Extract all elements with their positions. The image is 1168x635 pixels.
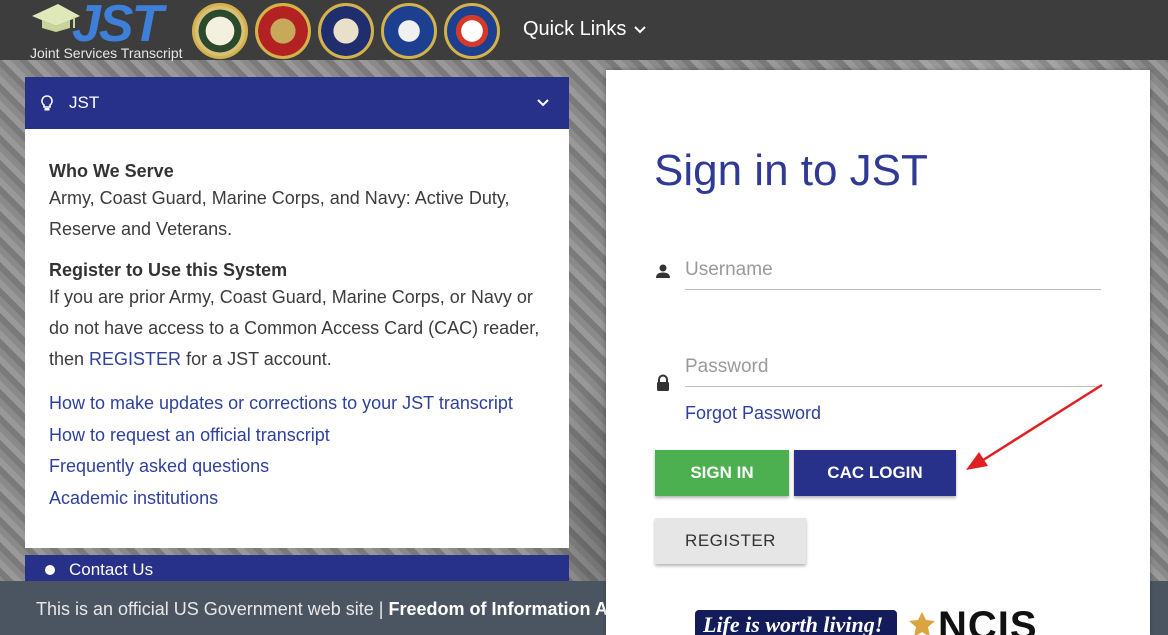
help-links: How to make updates or corrections to yo… (49, 388, 545, 514)
register-text-after: for a JST account. (181, 349, 332, 369)
navy-seal-icon[interactable] (318, 3, 374, 59)
foia-link[interactable]: Freedom of Information Act (389, 599, 624, 619)
jst-logo[interactable]: JST Joint Services Transcript (28, 0, 198, 61)
register-heading: Register to Use this System (49, 260, 288, 280)
link-academic-institutions[interactable]: Academic institutions (49, 483, 545, 515)
panel-body: Who We Serve Army, Coast Guard, Marine C… (25, 129, 569, 514)
army-seal-icon[interactable] (192, 3, 248, 59)
link-faq[interactable]: Frequently asked questions (49, 451, 545, 483)
cac-login-button[interactable]: CAC LOGIN (794, 450, 956, 496)
footer-text: This is an official US Government web si… (36, 599, 389, 619)
chevron-down-icon (634, 25, 647, 33)
sign-in-button[interactable]: SIGN IN (655, 450, 789, 496)
lightbulb-icon (41, 94, 57, 112)
who-we-serve-heading: Who We Serve (49, 161, 174, 181)
forgot-password-link[interactable]: Forgot Password (685, 403, 821, 424)
ncis-badge-icon (909, 612, 935, 635)
register-button[interactable]: REGISTER (655, 518, 806, 564)
sign-in-card: Sign in to JST Forgot Password SIGN IN C… (606, 70, 1150, 635)
contact-us-title: Contact Us (69, 560, 154, 579)
chevron-down-icon (537, 99, 549, 107)
air-force-seal-icon[interactable] (381, 3, 437, 59)
quick-links-menu[interactable]: Quick Links (523, 18, 647, 41)
ncis-logo[interactable]: NCIS (906, 604, 1038, 635)
quick-links-label: Quick Links (523, 18, 627, 40)
register-link[interactable]: REGISTER (89, 349, 181, 369)
register-text: If you are prior Army, Coast Guard, Mari… (49, 282, 545, 375)
who-we-serve-text: Army, Coast Guard, Marine Corps, and Nav… (49, 188, 510, 239)
panel-title: JST (69, 93, 100, 112)
link-request-transcript[interactable]: How to request an official transcript (49, 420, 545, 452)
password-input[interactable] (685, 347, 1101, 387)
lock-icon (657, 374, 669, 391)
ncis-text: NCIS (938, 604, 1038, 635)
link-updates-corrections[interactable]: How to make updates or corrections to yo… (49, 388, 545, 420)
jst-info-panel: JST Who We Serve Army, Coast Guard, Mari… (25, 77, 569, 548)
person-icon (656, 264, 670, 278)
logo-subtitle: Joint Services Transcript (30, 45, 183, 61)
coast-guard-seal-icon[interactable] (444, 3, 500, 59)
site-header: JST Joint Services Transcript Quick Link… (0, 0, 1168, 61)
jst-panel-header[interactable]: JST (25, 77, 569, 129)
username-input[interactable] (685, 250, 1101, 290)
sign-in-title: Sign in to JST (654, 146, 928, 195)
life-is-worth-living-banner[interactable]: Life is worth living! (693, 608, 899, 635)
person-icon (45, 565, 55, 575)
marine-corps-seal-icon[interactable] (255, 3, 311, 59)
